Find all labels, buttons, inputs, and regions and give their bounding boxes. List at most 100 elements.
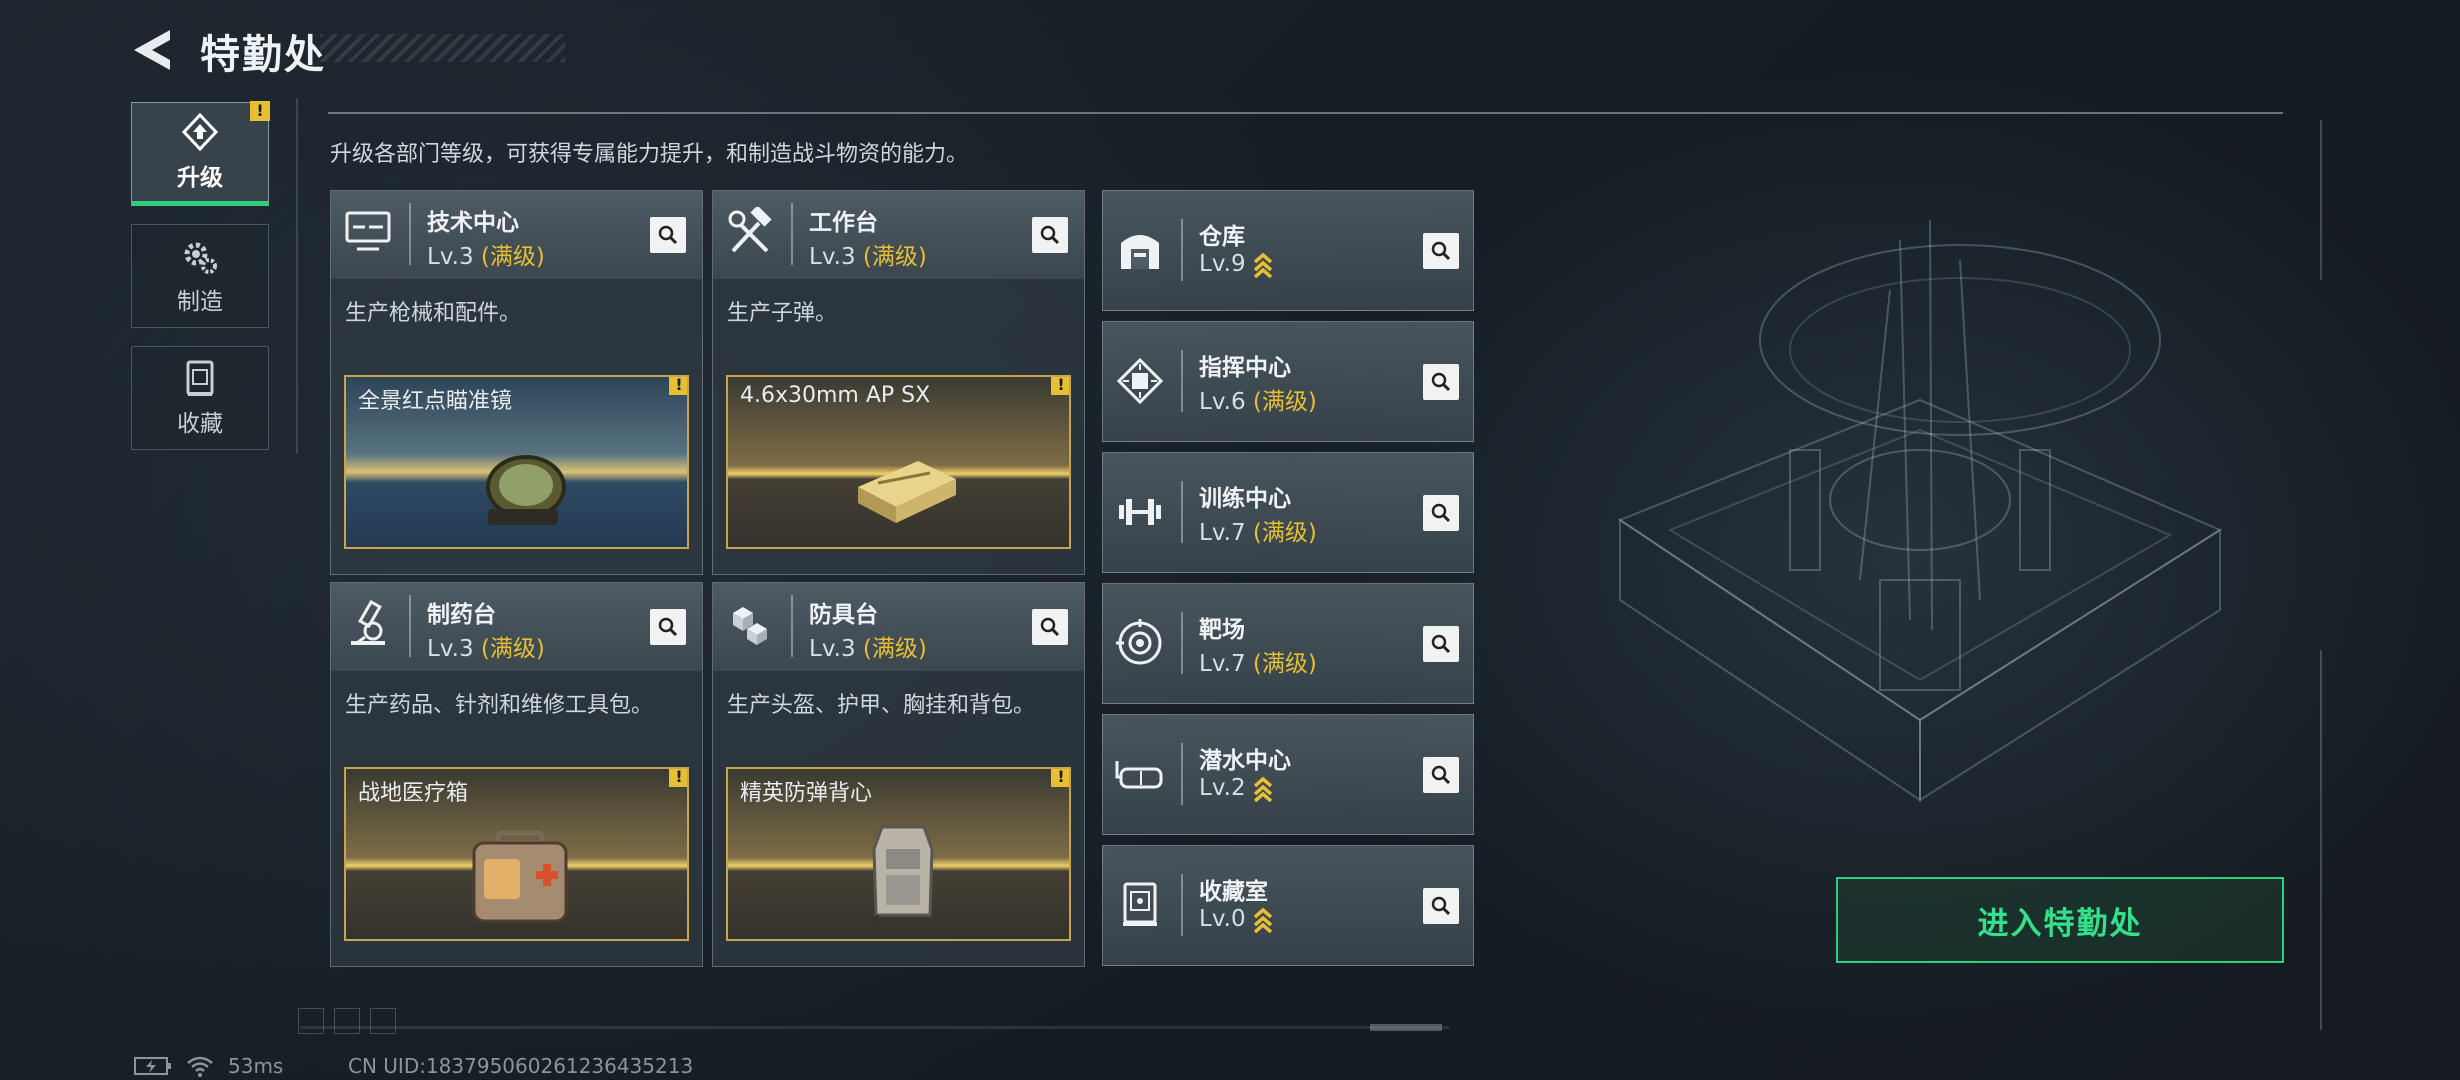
section-description: 升级各部门等级，可获得专属能力提升，和制造战斗物资的能力。 — [330, 142, 969, 167]
inspect-button[interactable] — [650, 217, 686, 253]
search-icon — [1431, 896, 1451, 916]
boxes-icon — [733, 607, 767, 645]
facility-name: 指挥中心 — [1199, 355, 1291, 381]
facility-name: 训练中心 — [1199, 486, 1291, 512]
corner-decoration — [370, 1008, 396, 1034]
enter-special-ops-button[interactable]: 进入特勤处 — [1836, 877, 2284, 963]
microscope-icon — [351, 599, 385, 645]
facility-name: 仓库 — [1199, 224, 1245, 250]
collection-icon — [186, 360, 214, 396]
body-armor-image — [872, 825, 934, 927]
max-level-tag: (满级) — [1252, 389, 1317, 415]
target-icon — [1116, 619, 1162, 665]
search-icon — [1431, 241, 1451, 261]
dumbbell-icon — [1119, 499, 1161, 525]
level-value: Lv.3 — [427, 636, 474, 662]
facility-hologram-image — [1617, 219, 2223, 802]
department-name: 防具台 — [809, 602, 878, 628]
warehouse-icon — [1121, 235, 1159, 269]
nav-upgrade-warning-badge: ! — [250, 101, 270, 121]
max-level-tag: (满级) — [1252, 520, 1317, 546]
department-level: Lv.3 (满级) — [809, 237, 927, 271]
department-description: 生产枪械和配件。 — [345, 301, 522, 326]
inspect-button[interactable] — [650, 609, 686, 645]
facility-row-shooting-range[interactable]: 靶场 Lv.7 (满级) — [1102, 583, 1474, 704]
facility-level: Lv.7 (满级) — [1199, 513, 1317, 547]
card-separator — [409, 595, 411, 657]
wifi-icon — [187, 1056, 213, 1077]
scroll-track — [300, 1026, 1450, 1029]
max-level-tag: (满级) — [1252, 651, 1317, 677]
nav-upgrade-label: 升级 — [177, 165, 223, 191]
inspect-button[interactable] — [1423, 888, 1459, 924]
inspect-button[interactable] — [1423, 626, 1459, 662]
department-card-pharmacy[interactable]: 制药台 Lv.3 (满级) 生产药品、针剂和维修工具包。 战地医疗箱 ! — [330, 582, 703, 967]
tools-icon — [728, 207, 772, 253]
row-separator — [1181, 481, 1183, 543]
inspect-button[interactable] — [1423, 757, 1459, 793]
hud-line — [2320, 650, 2322, 1030]
facility-row-command-center[interactable]: 指挥中心 Lv.6 (满级) — [1102, 321, 1474, 442]
page-title: 特勤处 — [200, 32, 326, 78]
nav-craft-label: 制造 — [177, 289, 223, 315]
nav-upgrade-tab[interactable]: 升级 ! — [131, 101, 270, 206]
search-icon — [1040, 617, 1060, 637]
nav-collection-tab[interactable]: 收藏 — [131, 346, 269, 450]
inspect-button[interactable] — [1032, 217, 1068, 253]
medical-kit-image — [472, 830, 568, 923]
facility-row-collection-room[interactable]: 收藏室 Lv.0 — [1102, 845, 1474, 966]
nav-divider — [296, 98, 298, 454]
preview-item-name: 战地医疗箱 — [358, 781, 469, 806]
max-level-tag: (满级) — [862, 636, 927, 662]
department-name: 工作台 — [809, 210, 878, 236]
search-icon — [1431, 634, 1451, 654]
row-separator — [1181, 219, 1183, 281]
card-separator — [791, 203, 793, 265]
facility-row-warehouse[interactable]: 仓库 Lv.9 — [1102, 190, 1474, 311]
row-separator — [1181, 612, 1183, 674]
preview-item-name: 全景红点瞄准镜 — [358, 389, 513, 414]
nav-craft-tab[interactable]: 制造 — [131, 224, 269, 328]
crafting-preview[interactable]: 4.6x30mm AP SX ! — [726, 375, 1071, 549]
corner-decoration — [334, 1008, 360, 1034]
upgrade-chevrons-icon — [1253, 907, 1272, 933]
inspect-button[interactable] — [1423, 364, 1459, 400]
level-value: Lv.3 — [809, 636, 856, 662]
department-description: 生产子弹。 — [727, 301, 838, 326]
upgrade-chevrons-icon — [1253, 252, 1272, 278]
inspect-button[interactable] — [1032, 609, 1068, 645]
ammo-box-image — [858, 461, 956, 523]
enter-button-label: 进入特勤处 — [1977, 905, 2143, 942]
crafting-preview[interactable]: 战地医疗箱 ! — [344, 767, 689, 941]
row-separator — [1181, 743, 1183, 805]
department-card-armor-bench[interactable]: 防具台 Lv.3 (满级) 生产头盔、护甲、胸挂和背包。 精英防弹背心 ! — [712, 582, 1085, 967]
back-arrow-icon[interactable] — [130, 28, 176, 72]
ping-value: 53ms — [228, 1054, 284, 1078]
hud-line — [2320, 120, 2322, 280]
row-separator — [1181, 874, 1183, 936]
level-value: Lv.6 — [1199, 389, 1246, 415]
facility-level: Lv.9 — [1199, 251, 1274, 278]
department-level: Lv.3 (满级) — [809, 629, 927, 663]
crafting-preview[interactable]: 全景红点瞄准镜 ! — [344, 375, 689, 549]
department-card-workbench[interactable]: 工作台 Lv.3 (满级) 生产子弹。 4.6x30mm AP SX ! — [712, 190, 1085, 575]
status-bar: 53ms — [134, 1054, 283, 1078]
crafting-preview[interactable]: 精英防弹背心 ! — [726, 767, 1071, 941]
department-card-tech-center[interactable]: 技术中心 Lv.3 (满级) 生产枪械和配件。 全景红点瞄准镜 ! — [330, 190, 703, 575]
chip-icon — [1116, 357, 1164, 405]
search-icon — [1431, 372, 1451, 392]
inspect-button[interactable] — [1423, 233, 1459, 269]
facility-row-diving-center[interactable]: 潜水中心 Lv.2 — [1102, 714, 1474, 835]
row-separator — [1181, 350, 1183, 412]
scroll-thumb[interactable] — [1370, 1024, 1442, 1031]
level-value: Lv.3 — [809, 244, 856, 270]
search-icon — [1040, 225, 1060, 245]
title-decoration — [320, 34, 565, 62]
card-separator — [409, 203, 411, 265]
preview-warning-badge: ! — [669, 769, 687, 787]
facility-level: Lv.6 (满级) — [1199, 382, 1317, 416]
battery-charging-icon — [134, 1057, 171, 1075]
gears-icon — [184, 242, 217, 274]
facility-row-training-center[interactable]: 训练中心 Lv.7 (满级) — [1102, 452, 1474, 573]
inspect-button[interactable] — [1423, 495, 1459, 531]
